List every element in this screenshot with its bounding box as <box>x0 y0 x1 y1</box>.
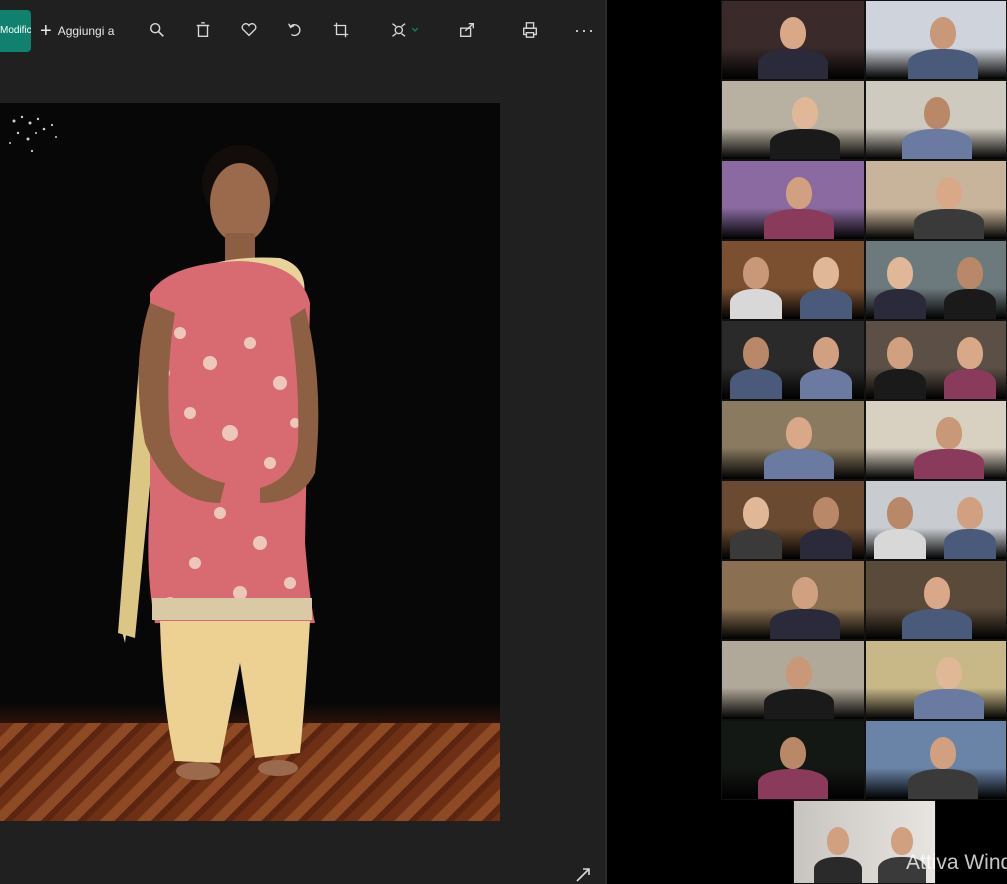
participant-video-tile[interactable] <box>865 160 1007 240</box>
participant-video-tile[interactable] <box>721 480 865 560</box>
plus-icon: + <box>40 20 52 42</box>
participant-video-tile[interactable] <box>721 720 865 800</box>
participant-video-tile[interactable] <box>721 80 865 160</box>
photo-viewer-window: Modifica + Aggiungi a ··· <box>0 0 605 884</box>
enhance-icon[interactable] <box>389 20 423 40</box>
heart-icon[interactable] <box>239 20 259 40</box>
rotate-icon[interactable] <box>285 20 305 40</box>
share-icon[interactable] <box>457 20 477 40</box>
more-icon[interactable]: ··· <box>574 20 595 40</box>
participant-video-tile[interactable] <box>865 480 1007 560</box>
print-icon[interactable] <box>520 20 540 40</box>
participant-video-tile[interactable] <box>721 240 865 320</box>
participant-video-tile[interactable] <box>721 160 865 240</box>
trash-icon[interactable] <box>193 20 213 40</box>
edit-button[interactable]: Modifica <box>0 10 31 52</box>
person-figure <box>118 145 319 780</box>
participant-video-tile[interactable] <box>865 80 1007 160</box>
participant-video-tile[interactable] <box>865 560 1007 640</box>
participant-video-tile[interactable] <box>865 400 1007 480</box>
participant-video-tile[interactable] <box>865 240 1007 320</box>
add-to-label: Aggiungi a <box>57 24 115 38</box>
participant-video-tile[interactable] <box>865 0 1007 80</box>
zoom-icon[interactable] <box>147 20 167 40</box>
window-edge <box>605 0 607 884</box>
photo-viewer-toolbar: Modifica + Aggiungi a ··· <box>0 0 605 62</box>
participant-video-tile[interactable] <box>865 720 1007 800</box>
stage-lights <box>9 115 57 153</box>
participant-video-tile[interactable] <box>721 560 865 640</box>
crop-icon[interactable] <box>331 20 351 40</box>
participant-video-tile[interactable] <box>721 0 865 80</box>
windows-activation-watermark: Attiva Windows <box>906 851 1007 874</box>
participant-video-tile[interactable] <box>865 320 1007 400</box>
participant-video-tile[interactable] <box>721 320 865 400</box>
add-to-button[interactable]: + Aggiungi a <box>40 18 114 44</box>
participant-video-tile[interactable] <box>721 400 865 480</box>
expand-icon[interactable] <box>574 866 592 884</box>
participant-video-tile[interactable] <box>865 640 1007 720</box>
displayed-photo <box>0 103 500 821</box>
participant-video-tile[interactable] <box>721 640 865 720</box>
